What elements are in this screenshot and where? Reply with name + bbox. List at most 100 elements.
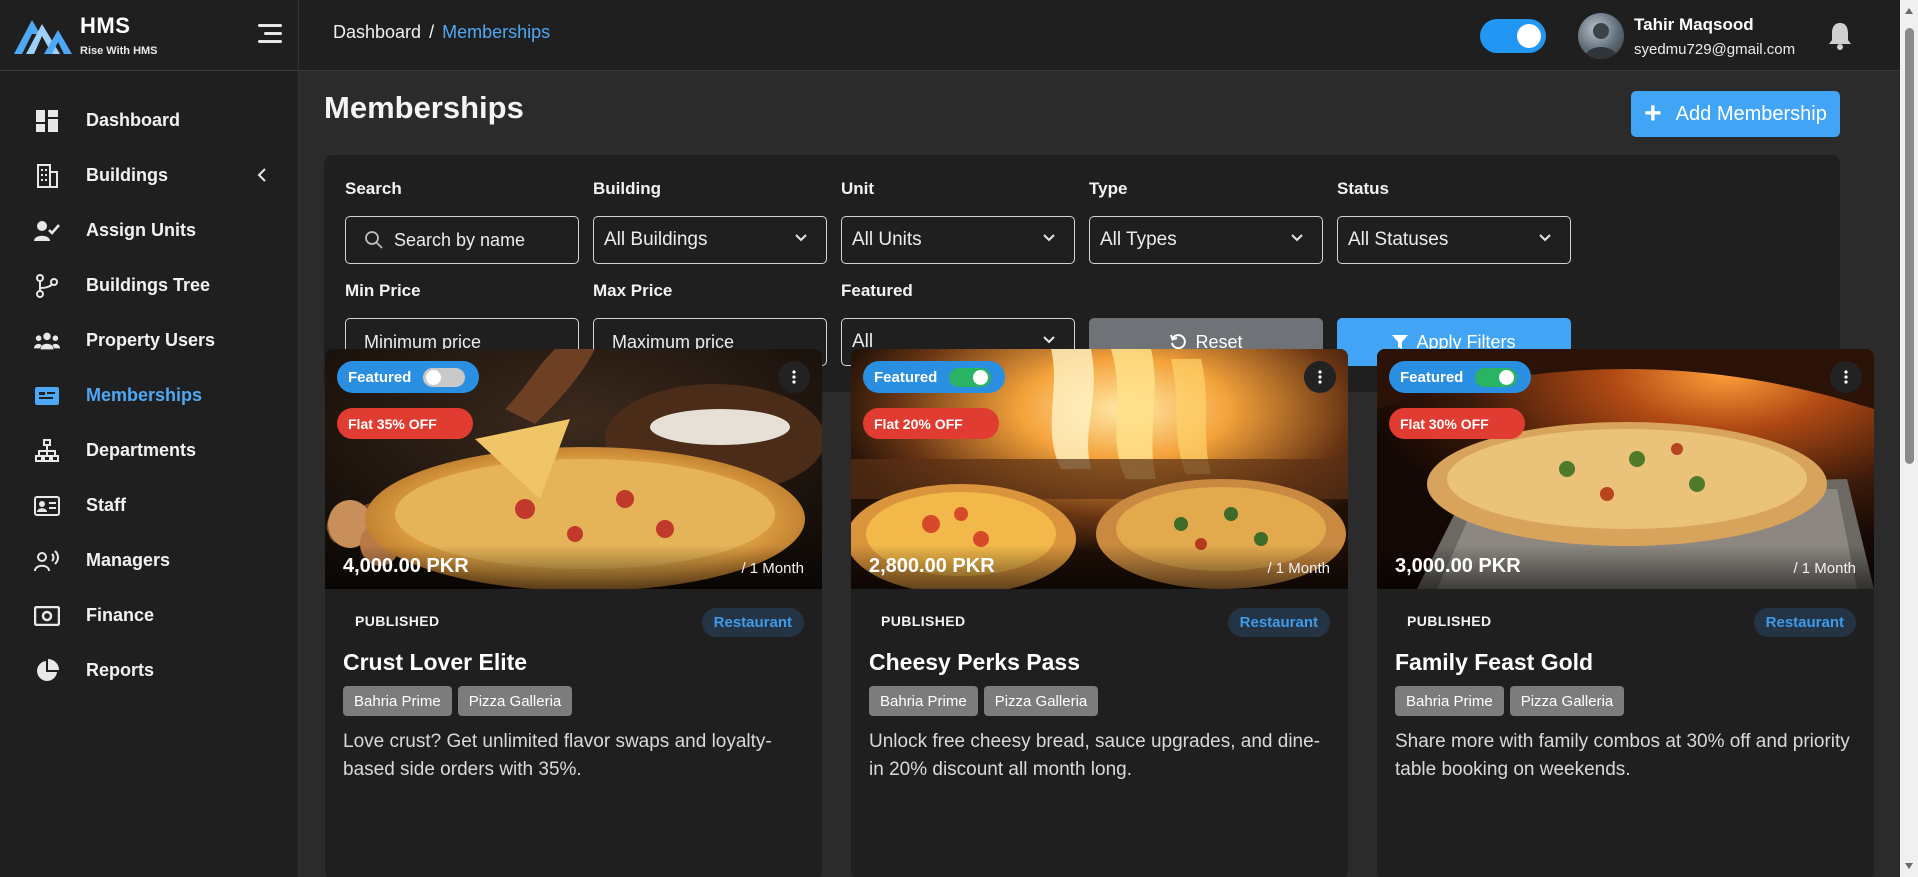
- status-badge: PUBLISHED: [881, 613, 966, 629]
- dashboard-icon: [34, 108, 60, 134]
- min-price-label: Min Price: [345, 281, 421, 300]
- brand-tagline: Rise With HMS: [80, 45, 158, 57]
- sidebar-item-reports[interactable]: Reports: [0, 643, 298, 698]
- sidebar-item-assign-units[interactable]: Assign Units: [0, 203, 298, 258]
- sidebar-item-label: Memberships: [86, 385, 203, 405]
- more-options-icon[interactable]: [1304, 361, 1336, 393]
- sidebar-item-memberships[interactable]: Memberships: [0, 368, 298, 423]
- sidebar-item-label: Staff: [86, 495, 126, 515]
- max-price-label: Max Price: [593, 281, 673, 300]
- price: 4,000.00 PKR: [343, 555, 469, 577]
- sidebar-item-label: Buildings Tree: [86, 275, 211, 295]
- menu-toggle-icon[interactable]: [256, 24, 282, 46]
- sidebar-item-label: Dashboard: [86, 110, 181, 130]
- building-tag: Bahria Prime: [1395, 686, 1504, 716]
- type-select-value: All Types: [1100, 229, 1177, 250]
- chevron-left-icon[interactable]: [256, 166, 268, 184]
- status-label: Status: [1337, 179, 1389, 198]
- users-icon: [34, 328, 60, 354]
- user-check-icon: [34, 218, 60, 244]
- status-badge: PUBLISHED: [355, 613, 440, 629]
- featured-toggle-pill: Featured: [337, 361, 479, 393]
- sidebar-item-finance[interactable]: Finance: [0, 588, 298, 643]
- search-input[interactable]: Search by name: [345, 216, 579, 264]
- type-badge: Restaurant: [701, 608, 804, 637]
- scroll-down-icon[interactable]: [1905, 863, 1913, 869]
- discount-badge: Flat 35% OFF: [337, 408, 473, 439]
- sidebar-item-property-users[interactable]: Property Users: [0, 313, 298, 368]
- featured-label: Featured: [874, 368, 938, 386]
- filter-icon: [1392, 335, 1409, 349]
- unit-select[interactable]: All Units: [841, 216, 1075, 264]
- sidebar-item-label: Managers: [86, 550, 171, 570]
- unit-label: Unit: [841, 179, 875, 198]
- breadcrumb-root-link[interactable]: Dashboard: [333, 22, 421, 42]
- building-label: Building: [593, 179, 661, 198]
- id-card-icon: [34, 493, 60, 519]
- membership-image: Featured Flat 35% OFF 4,000.00 PKR / 1 M…: [325, 349, 822, 589]
- featured-toggle-pill: Featured: [1389, 361, 1531, 393]
- featured-toggle[interactable]: [949, 368, 991, 387]
- sidebar-item-label: Property Users: [86, 330, 216, 350]
- building-tag: Bahria Prime: [869, 686, 978, 716]
- bell-icon[interactable]: [1826, 20, 1854, 50]
- topbar: Dashboard / Memberships Tahir Maqsood syed…: [299, 0, 1918, 71]
- search-label: Search: [345, 179, 402, 198]
- hms-logo-icon: [14, 20, 72, 54]
- breadcrumb-current: Memberships: [442, 22, 551, 42]
- search-icon: [365, 231, 383, 249]
- chevron-down-icon: [1291, 234, 1303, 242]
- featured-toggle[interactable]: [423, 368, 465, 387]
- sidebar-item-buildings-tree[interactable]: Buildings Tree: [0, 258, 298, 313]
- money-icon: [34, 603, 60, 629]
- membership-card[interactable]: Featured Flat 20% OFF 2,800.00 PKR / 1 M…: [851, 349, 1348, 877]
- brand[interactable]: HMS Rise With HMS: [0, 0, 298, 71]
- user-info[interactable]: Tahir Maqsood syedmu729@gmail.com: [1634, 15, 1795, 58]
- sidebar-item-buildings[interactable]: Buildings: [0, 148, 298, 203]
- membership-card-icon: [34, 383, 60, 409]
- featured-label: Featured: [1400, 368, 1464, 386]
- pie-chart-icon: [34, 658, 60, 684]
- featured-toggle[interactable]: [1475, 368, 1517, 387]
- page-title: Memberships: [324, 90, 524, 125]
- add-membership-button[interactable]: + Add Membership: [1631, 91, 1840, 137]
- user-voice-icon: [34, 548, 60, 574]
- scrollbar-thumb[interactable]: [1905, 28, 1914, 464]
- price-period: / 1 Month: [741, 560, 804, 577]
- status-select[interactable]: All Statuses: [1337, 216, 1571, 264]
- tag-list: Bahria Prime Pizza Galleria: [325, 686, 822, 716]
- theme-toggle[interactable]: [1480, 19, 1546, 53]
- building-tag: Bahria Prime: [343, 686, 452, 716]
- chevron-down-icon: [1539, 234, 1551, 242]
- more-options-icon[interactable]: [1830, 361, 1862, 393]
- sidebar-item-label: Reports: [86, 660, 155, 680]
- building-select[interactable]: All Buildings: [593, 216, 827, 264]
- breadcrumb: Dashboard / Memberships: [333, 22, 550, 43]
- membership-title: Family Feast Gold: [1395, 649, 1594, 675]
- sidebar-item-departments[interactable]: Departments: [0, 423, 298, 478]
- status-badge: PUBLISHED: [1407, 613, 1492, 629]
- unit-tag: Pizza Galleria: [457, 686, 573, 716]
- breadcrumb-separator: /: [429, 22, 435, 42]
- sidebar-nav: Dashboard Buildings Assign Units Buildin…: [0, 71, 298, 698]
- more-options-icon[interactable]: [778, 361, 810, 393]
- membership-description: Share more with family combos at 30% off…: [1395, 731, 1850, 780]
- type-badge: Restaurant: [1753, 608, 1856, 637]
- avatar[interactable]: [1578, 13, 1624, 59]
- featured-label: Featured: [348, 368, 412, 386]
- type-badge: Restaurant: [1227, 608, 1330, 637]
- membership-card[interactable]: Featured Flat 30% OFF 3,000.00 PKR / 1 M…: [1377, 349, 1874, 877]
- membership-image: Featured Flat 20% OFF 2,800.00 PKR / 1 M…: [851, 349, 1348, 589]
- membership-description: Unlock free cheesy bread, sauce upgrades…: [869, 731, 1320, 780]
- membership-card[interactable]: Featured Flat 35% OFF 4,000.00 PKR / 1 M…: [325, 349, 822, 877]
- type-select[interactable]: All Types: [1089, 216, 1323, 264]
- sidebar-item-dashboard[interactable]: Dashboard: [0, 93, 298, 148]
- featured-toggle-pill: Featured: [863, 361, 1005, 393]
- user-name: Tahir Maqsood: [1634, 15, 1754, 34]
- scroll-up-icon[interactable]: [1905, 8, 1913, 14]
- sidebar-item-staff[interactable]: Staff: [0, 478, 298, 533]
- sidebar-item-managers[interactable]: Managers: [0, 533, 298, 588]
- page-scrollbar[interactable]: [1900, 0, 1918, 877]
- unit-tag: Pizza Galleria: [1509, 686, 1625, 716]
- sitemap-icon: [34, 438, 60, 464]
